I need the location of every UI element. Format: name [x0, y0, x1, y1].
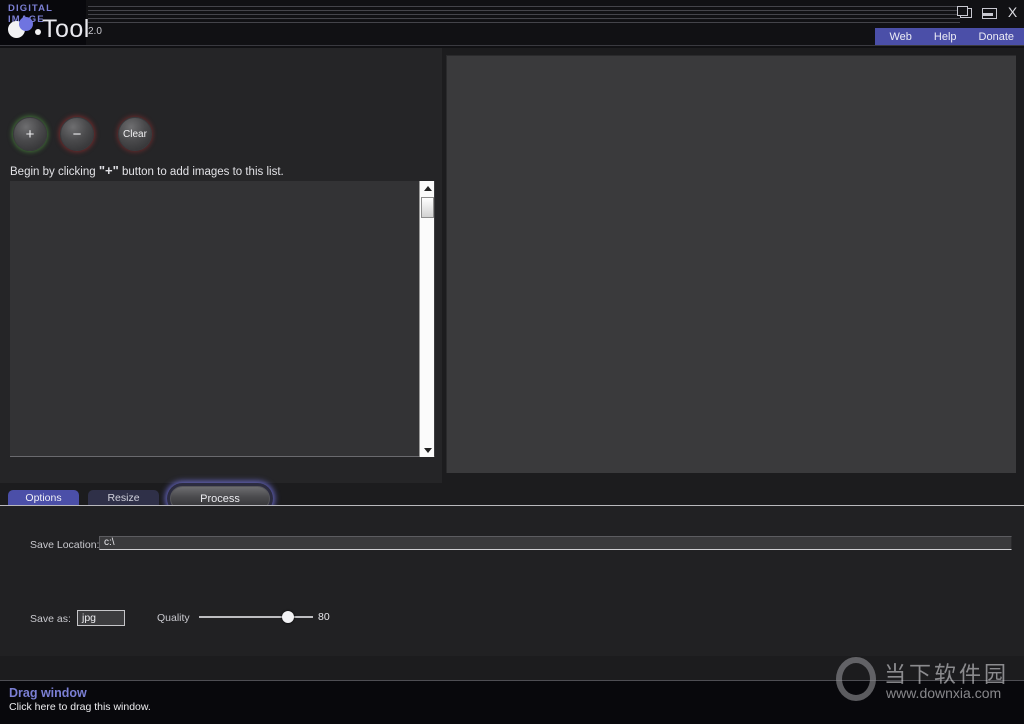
restore-window-icon[interactable]: [957, 5, 972, 20]
image-list-scrollbar[interactable]: [419, 181, 434, 457]
drag-window-subtitle: Click here to drag this window.: [9, 701, 151, 713]
title-grip-lines: [88, 6, 960, 23]
logo-dot-icon: [35, 29, 41, 35]
clear-list-button[interactable]: Clear: [118, 117, 152, 151]
scroll-up-arrow-icon[interactable]: [420, 181, 435, 195]
nav-item-donate[interactable]: Donate: [979, 31, 1014, 43]
window-controls: X: [957, 2, 1020, 22]
save-as-select[interactable]: jpg: [77, 610, 125, 626]
watermark-url: www.downxia.com: [886, 685, 1002, 701]
file-list-pane: + − Clear Begin by clicking "+" button t…: [0, 48, 442, 514]
title-bar: DIGITAL IMAGE Tool 2.0 X Web Help Donate: [0, 0, 1024, 48]
site-watermark: 当下软件园 www.downxia.com: [836, 655, 1020, 707]
tab-options[interactable]: Options: [8, 490, 79, 506]
logo-circle-purple-icon: [19, 17, 33, 31]
save-as-label: Save as:: [30, 613, 71, 625]
quality-slider-track[interactable]: [199, 616, 313, 618]
version-label: 2.0: [88, 26, 102, 37]
list-hint-prefix: Begin by clicking: [10, 166, 99, 178]
title-divider: [0, 45, 1024, 46]
brand-logo: DIGITAL IMAGE Tool 2.0: [0, 0, 102, 46]
list-hint-suffix: button to add images to this list.: [118, 166, 284, 178]
logo-icon: Tool: [6, 15, 89, 43]
minimize-window-icon[interactable]: [981, 5, 997, 20]
tab-strip: Options Resize: [0, 490, 1024, 506]
list-hint-text: Begin by clicking "+" button to add imag…: [10, 163, 284, 178]
drag-window-title: Drag window: [9, 686, 87, 700]
logo-wordmark: Tool: [42, 15, 90, 43]
list-hint-plus: "+": [98, 163, 119, 178]
app-window: DIGITAL IMAGE Tool 2.0 X Web Help Donate…: [0, 0, 1024, 724]
scrollbar-thumb[interactable]: [421, 197, 434, 218]
nav-bar: Web Help Donate: [875, 28, 1024, 45]
remove-images-button[interactable]: −: [60, 117, 94, 151]
save-location-input[interactable]: c:\: [99, 536, 1012, 550]
save-location-label: Save Location:: [30, 539, 100, 551]
watermark-o-icon: [836, 657, 876, 701]
image-list[interactable]: [10, 181, 435, 457]
image-preview-panel[interactable]: [446, 55, 1016, 473]
nav-item-web[interactable]: Web: [889, 31, 911, 43]
add-images-button[interactable]: +: [13, 117, 47, 151]
nav-item-help[interactable]: Help: [934, 31, 957, 43]
options-panel: [0, 506, 1024, 656]
quality-value: 80: [318, 611, 330, 623]
tab-resize[interactable]: Resize: [88, 490, 159, 506]
scroll-down-arrow-icon[interactable]: [420, 443, 435, 457]
quality-slider-knob[interactable]: [282, 611, 294, 623]
quality-label: Quality: [157, 612, 190, 624]
close-window-icon[interactable]: X: [1005, 4, 1020, 20]
